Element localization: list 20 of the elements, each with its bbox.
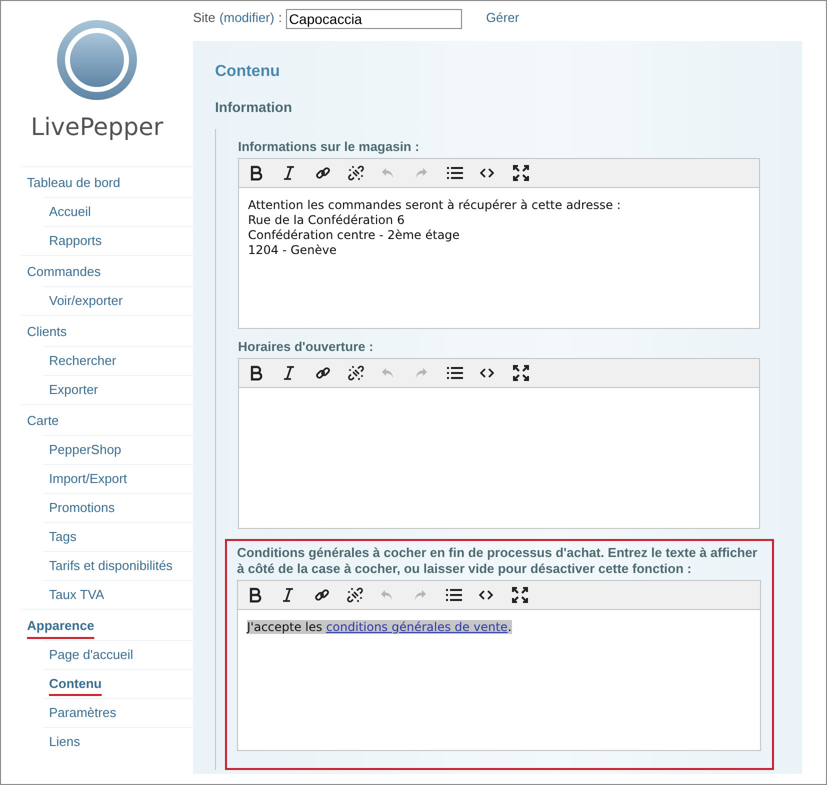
- field-label: Horaires d'ouverture :: [238, 339, 374, 355]
- editor-text: Attention les commandes seront à récupérer à cette adresse :: [248, 198, 622, 213]
- page-title: Contenu: [215, 63, 281, 81]
- section-title: Information: [215, 99, 293, 115]
- manage-link[interactable]: Gérer: [486, 9, 520, 27]
- editor-text: 1204 - Genève: [248, 243, 338, 258]
- editor-text: J'accepte les conditions générales de vente.: [247, 620, 513, 635]
- editor-text: Confédération centre - 2ème étage: [248, 228, 461, 243]
- editor-text: Rue de la Confédération 6: [248, 213, 406, 228]
- colon-label: :: [278, 9, 282, 27]
- modify-link[interactable]: (modifier): [219, 9, 274, 27]
- rich-text-editor[interactable]: J'accepte les conditions générales de vente.: [237, 580, 761, 751]
- terms-link[interactable]: conditions générales de vente: [326, 620, 508, 634]
- logo-text: LivePepper: [30, 113, 164, 141]
- field-label: Informations sur le magasin :: [238, 139, 420, 155]
- site-label: Site: [193, 9, 216, 27]
- site-field[interactable]: Capocaccia: [286, 9, 462, 29]
- logo-ring-icon: [56, 19, 138, 101]
- rich-text-editor[interactable]: Attention les commandes seront à récupérer à cette adresse : Rue de la Confédération 6 Confédération centre - 2ème étage 1204 - Genève: [238, 158, 760, 329]
- field-label: Conditions générales à cocher en fin de processus d'achat. Entrez le texte à afficher à côté de la case à cocher, ou laisser vide pour désactiver cette fonction :: [237, 545, 758, 577]
